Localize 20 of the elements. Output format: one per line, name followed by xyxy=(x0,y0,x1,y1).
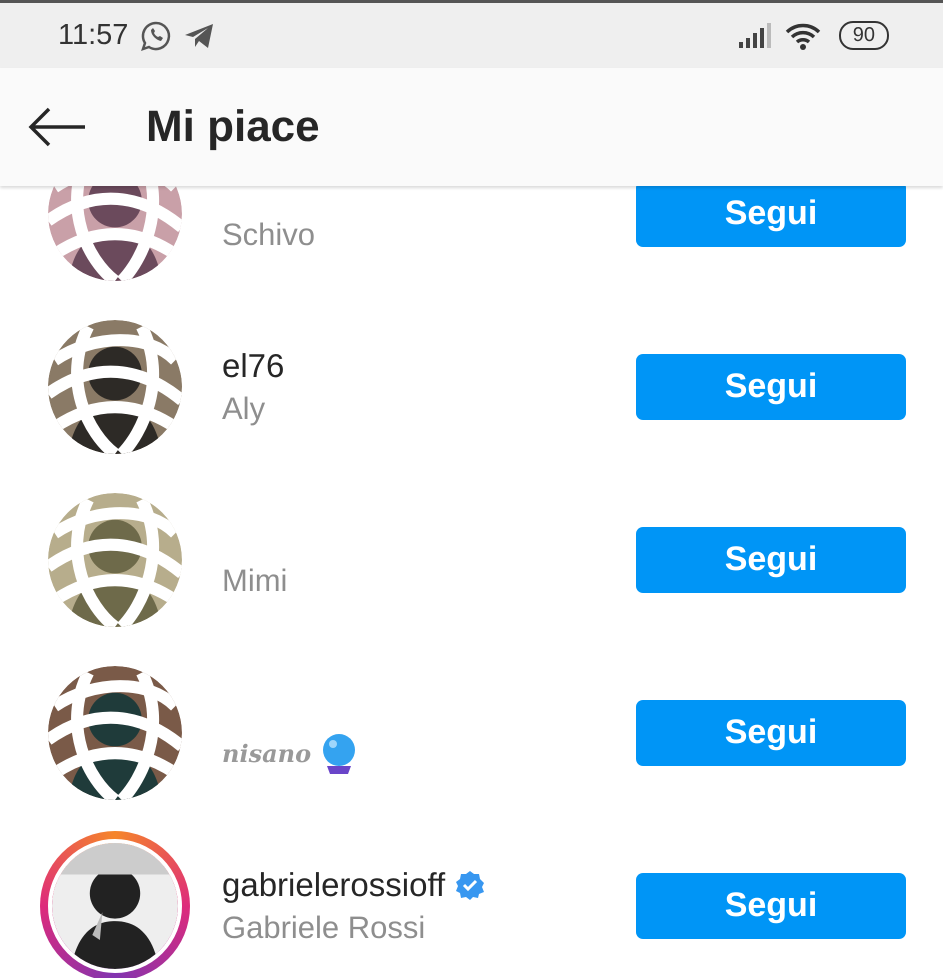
clock: 11:57 xyxy=(58,19,128,52)
battery-level: 90 xyxy=(838,21,889,50)
full-name: Gabriele Rossi xyxy=(222,910,426,946)
full-name: nisano xyxy=(222,739,312,768)
follow-button[interactable]: Segui xyxy=(636,526,906,592)
back-arrow-icon[interactable] xyxy=(28,107,86,147)
paper-plane-icon xyxy=(184,22,214,50)
full-name: Schivo xyxy=(222,216,316,252)
signal-icon xyxy=(738,22,773,48)
follow-button[interactable]: Segui xyxy=(636,872,906,938)
wifi-icon xyxy=(784,22,821,50)
full-name: Mimi xyxy=(222,562,288,598)
full-name: Aly xyxy=(222,390,266,426)
follow-button[interactable]: Segui xyxy=(636,700,906,766)
chat-bubble-icon xyxy=(140,20,172,52)
page-title: Mi piace xyxy=(146,102,320,152)
username[interactable]: el76 xyxy=(222,346,284,384)
follow-button[interactable]: Segui xyxy=(636,354,906,420)
follow-button[interactable]: Segui xyxy=(636,186,906,246)
username[interactable]: gabrielerossioff xyxy=(222,866,446,904)
